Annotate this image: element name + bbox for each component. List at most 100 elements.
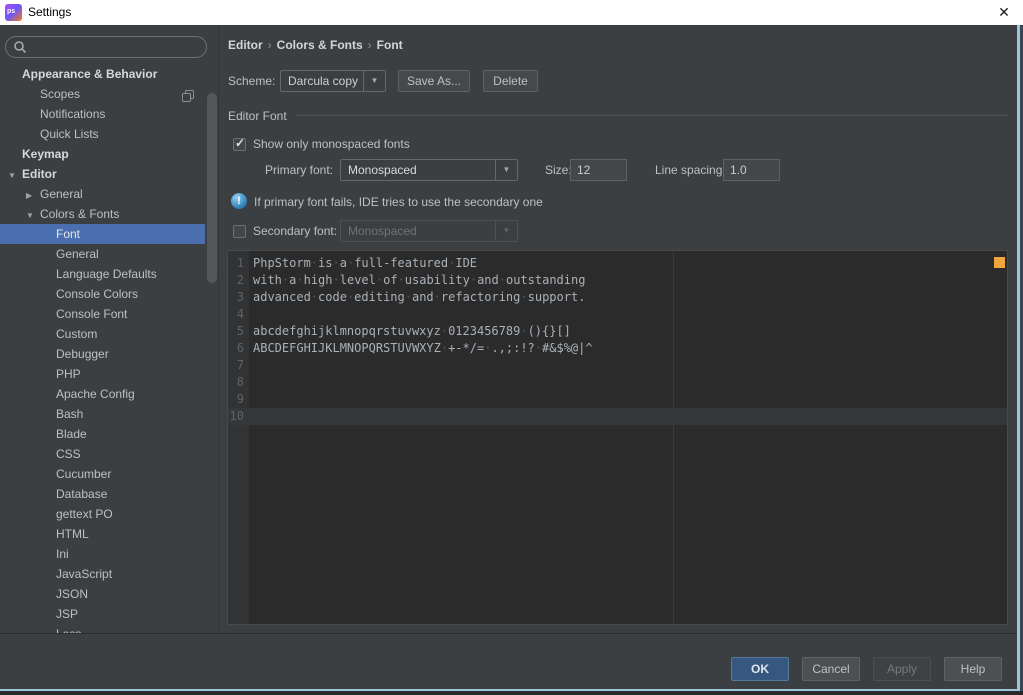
sidebar-item-colors-fonts[interactable]: ▼Colors & Fonts bbox=[0, 204, 218, 224]
line-number: 1 bbox=[228, 255, 244, 272]
sidebar-item-label: Notifications bbox=[40, 107, 105, 121]
close-icon[interactable]: ✕ bbox=[988, 2, 1020, 23]
window-title: Settings bbox=[28, 5, 71, 19]
font-preview-editor[interactable]: 1PhpStorm·is·a·full-featured·IDE2with·a·… bbox=[227, 250, 1008, 625]
scheme-label: Scheme: bbox=[228, 74, 275, 88]
sidebar-item-ini[interactable]: Ini bbox=[0, 544, 218, 564]
sidebar-item-label: CSS bbox=[56, 447, 81, 461]
sidebar-item-gettext-po[interactable]: gettext PO bbox=[0, 504, 218, 524]
sidebar-item-label: Language Defaults bbox=[56, 267, 157, 281]
sidebar-item-bash[interactable]: Bash bbox=[0, 404, 218, 424]
line-number: 6 bbox=[228, 340, 244, 357]
sidebar-item-label: Blade bbox=[56, 427, 87, 441]
sidebar-item-label: JavaScript bbox=[56, 567, 112, 581]
preview-line: 7 bbox=[228, 357, 1007, 374]
secondary-font-checkbox[interactable] bbox=[233, 225, 246, 238]
sidebar-item-label: Editor bbox=[22, 167, 57, 181]
cancel-button[interactable]: Cancel bbox=[802, 657, 860, 681]
sidebar-item-console-colors[interactable]: Console Colors bbox=[0, 284, 218, 304]
sidebar-item-notifications[interactable]: Notifications bbox=[0, 104, 218, 124]
line-number: 3 bbox=[228, 289, 244, 306]
sidebar-item-database[interactable]: Database bbox=[0, 484, 218, 504]
bottom-separator bbox=[0, 633, 1017, 634]
settings-search[interactable] bbox=[5, 36, 207, 58]
size-field[interactable] bbox=[570, 159, 627, 181]
sidebar-item-custom[interactable]: Custom bbox=[0, 324, 218, 344]
secondary-font-value: Monospaced bbox=[341, 224, 495, 238]
sidebar-item-label: Quick Lists bbox=[40, 127, 99, 141]
sidebar-item-blade[interactable]: Blade bbox=[0, 424, 218, 444]
sidebar-item-console-font[interactable]: Console Font bbox=[0, 304, 218, 324]
sidebar-item-label: Database bbox=[56, 487, 107, 501]
chevron-down-icon[interactable]: ▼ bbox=[363, 71, 385, 91]
show-monospaced-checkbox[interactable] bbox=[233, 138, 246, 151]
sidebar-item-label: Font bbox=[56, 227, 80, 241]
preview-line: 3 advanced·code·editing·and·refactoring·s… bbox=[228, 289, 1007, 306]
search-input[interactable] bbox=[32, 38, 204, 58]
line-spacing-field[interactable] bbox=[723, 159, 780, 181]
sidebar-item-general[interactable]: ▶General bbox=[0, 184, 218, 204]
chevron-collapsed-icon[interactable]: ▶ bbox=[26, 186, 40, 206]
sidebar-item-cucumber[interactable]: Cucumber bbox=[0, 464, 218, 484]
title-bar: ps Settings ✕ bbox=[0, 0, 1023, 25]
sidebar-scrollbar[interactable] bbox=[207, 93, 217, 283]
primary-font-label: Primary font: bbox=[228, 163, 333, 177]
preview-line: 9 bbox=[228, 391, 1007, 408]
help-button[interactable]: Help bbox=[944, 657, 1002, 681]
secondary-font-label: Secondary font: bbox=[253, 224, 337, 238]
chevron-down-icon[interactable]: ▼ bbox=[495, 160, 517, 180]
primary-font-value: Monospaced bbox=[341, 163, 495, 177]
sidebar-item-font[interactable]: Font bbox=[0, 224, 218, 244]
sidebar-item-css[interactable]: CSS bbox=[0, 444, 218, 464]
sidebar-item-label: Colors & Fonts bbox=[40, 207, 119, 221]
sidebar-item-label: PHP bbox=[56, 367, 81, 381]
search-icon bbox=[13, 40, 27, 54]
chevron-expanded-icon[interactable]: ▼ bbox=[26, 206, 40, 226]
breadcrumb-separator: › bbox=[263, 38, 277, 52]
breadcrumb-editor[interactable]: Editor bbox=[228, 38, 263, 52]
settings-sidebar: Appearance & Behavior Scopes Notifications… bbox=[0, 25, 218, 633]
sidebar-item-html[interactable]: HTML bbox=[0, 524, 218, 544]
sidebar-item-jsp[interactable]: JSP bbox=[0, 604, 218, 624]
sidebar-item-label: Keymap bbox=[22, 147, 69, 161]
preview-line: 6ABCDEFGHIJKLMNOPQRSTUVWXYZ·+-*/=·.,;:!?… bbox=[228, 340, 1007, 357]
line-number: 9 bbox=[228, 391, 244, 408]
sidebar-item-label: Debugger bbox=[56, 347, 109, 361]
sidebar-item-less[interactable]: Less bbox=[0, 624, 218, 633]
sidebar-item-apache-config[interactable]: Apache Config bbox=[0, 384, 218, 404]
preview-line: 2with·a·high·level·of·usability·and·outs… bbox=[228, 272, 1007, 289]
sidebar-item-javascript[interactable]: JavaScript bbox=[0, 564, 218, 584]
settings-dialog: Appearance & Behavior Scopes Notifications… bbox=[0, 25, 1017, 689]
sidebar-divider bbox=[218, 25, 219, 633]
settings-window: ps Settings ✕ Appearance & Behavior Scope… bbox=[0, 0, 1023, 695]
sidebar-item-language-defaults[interactable]: Language Defaults bbox=[0, 264, 218, 284]
sidebar-item-label: Ini bbox=[56, 547, 69, 561]
sidebar-item-php[interactable]: PHP bbox=[0, 364, 218, 384]
ok-button[interactable]: OK bbox=[731, 657, 789, 681]
sidebar-item-scopes[interactable]: Scopes bbox=[0, 84, 218, 104]
sidebar-item-appearance-behavior[interactable]: Appearance & Behavior bbox=[0, 64, 218, 84]
phpstorm-icon: ps bbox=[5, 4, 22, 21]
preview-text: advanced·code·editing·and·refactoring·su… bbox=[253, 289, 585, 306]
scheme-select[interactable]: Darcula copy ▼ bbox=[280, 70, 386, 92]
sidebar-item-editor[interactable]: ▼Editor bbox=[0, 164, 218, 184]
sidebar-item-quick-lists[interactable]: Quick Lists bbox=[0, 124, 218, 144]
sidebar-item-label: Appearance & Behavior bbox=[22, 67, 157, 81]
sidebar-item-keymap[interactable]: Keymap bbox=[0, 144, 218, 164]
sidebar-item-label: Cucumber bbox=[56, 467, 111, 481]
sidebar-item-debugger[interactable]: Debugger bbox=[0, 344, 218, 364]
size-label: Size: bbox=[545, 163, 572, 177]
line-number: 8 bbox=[228, 374, 244, 391]
line-number: 10 bbox=[228, 408, 244, 425]
breadcrumb-colors-fonts[interactable]: Colors & Fonts bbox=[277, 38, 363, 52]
sidebar-item-label: Scopes bbox=[40, 87, 80, 101]
sidebar-item-json[interactable]: JSON bbox=[0, 584, 218, 604]
sidebar-item-label: Console Font bbox=[56, 307, 127, 321]
chevron-expanded-icon[interactable]: ▼ bbox=[8, 166, 22, 186]
primary-font-select[interactable]: Monospaced ▼ bbox=[340, 159, 518, 181]
secondary-font-select: Monospaced ▼ bbox=[340, 220, 518, 242]
save-as-button[interactable]: Save As... bbox=[398, 70, 470, 92]
line-spacing-label: Line spacing: bbox=[655, 163, 726, 177]
sidebar-item-general[interactable]: General bbox=[0, 244, 218, 264]
delete-button[interactable]: Delete bbox=[483, 70, 538, 92]
